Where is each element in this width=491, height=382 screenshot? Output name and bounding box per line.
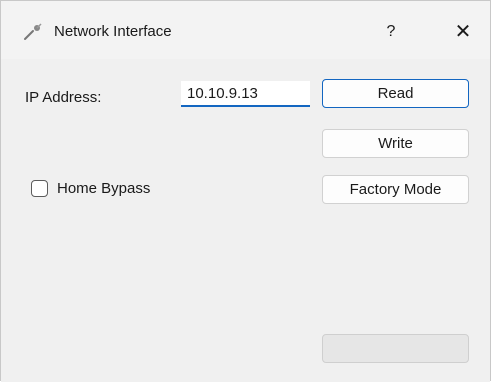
write-button[interactable]: Write (322, 129, 469, 158)
disabled-bottom-button[interactable] (322, 334, 469, 363)
close-button[interactable]: ✕ (443, 15, 483, 49)
checkbox-box[interactable] (31, 180, 48, 197)
ip-address-label: IP Address: (25, 89, 102, 106)
read-button[interactable]: Read (322, 79, 469, 108)
home-bypass-label: Home Bypass (57, 180, 151, 197)
help-button[interactable]: ? (371, 15, 411, 49)
factory-mode-button[interactable]: Factory Mode (322, 175, 469, 204)
network-interface-dialog: Network Interface ? ✕ IP Address: Read W… (0, 0, 491, 382)
ip-address-input[interactable] (181, 81, 310, 107)
title-bar: Network Interface ? ✕ (1, 1, 490, 59)
app-icon (24, 23, 42, 40)
window-title: Network Interface (54, 23, 172, 40)
dialog-content: IP Address: Read Write Factory Mode Home… (1, 59, 490, 382)
